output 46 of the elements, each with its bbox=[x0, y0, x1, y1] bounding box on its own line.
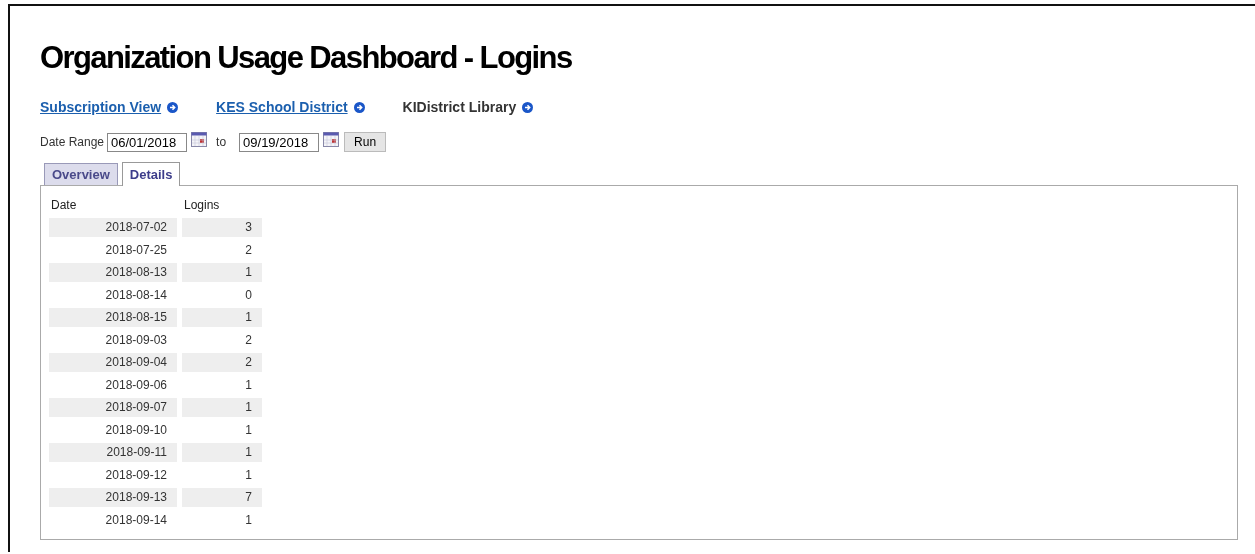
breadcrumb-link[interactable]: Subscription View bbox=[40, 99, 162, 115]
table-cell-text: 0 bbox=[244, 286, 253, 304]
table-cell: 2018-09-11 bbox=[49, 443, 177, 462]
date-range-label: Date Range bbox=[40, 135, 105, 149]
table-cell-text: 2018-09-10 bbox=[104, 421, 168, 439]
table-cell-text: 1 bbox=[244, 466, 253, 484]
table-cell: 7 bbox=[182, 488, 262, 507]
table-cell: 2018-07-02 bbox=[49, 218, 177, 237]
arrow-circle-icon[interactable] bbox=[522, 101, 534, 113]
table-cell: 2018-09-04 bbox=[49, 353, 177, 372]
table-cell-text: 1 bbox=[244, 376, 253, 394]
table-cell: 1 bbox=[182, 263, 262, 282]
table-cell-text: 2018-07-25 bbox=[104, 241, 168, 259]
table-cell: 2018-08-15 bbox=[49, 308, 177, 327]
arrow-circle-icon[interactable] bbox=[167, 101, 179, 113]
table-cell-text: 2018-09-14 bbox=[104, 511, 168, 529]
table-cell-text: 1 bbox=[244, 511, 253, 529]
table-cell: 2 bbox=[182, 353, 262, 372]
table-cell: 2018-09-07 bbox=[49, 398, 177, 417]
end-date-field[interactable]: 09/19/2018 bbox=[239, 132, 320, 152]
table-cell: 1 bbox=[182, 398, 262, 417]
table-cell: 3 bbox=[182, 218, 262, 237]
table-cell-text: 2018-09-03 bbox=[104, 331, 168, 349]
column-header: Logins bbox=[183, 197, 221, 214]
table-cell-text: 2018-08-14 bbox=[104, 286, 168, 304]
table-cell-text: 2018-09-06 bbox=[104, 376, 168, 394]
tab[interactable]: Overview bbox=[44, 163, 118, 185]
calendar-icon[interactable] bbox=[191, 132, 208, 147]
page-title: Organization Usage Dashboard - Logins bbox=[40, 40, 573, 76]
breadcrumb-link[interactable]: KES School District bbox=[216, 99, 348, 115]
breadcrumb-current: KIDistrict Library bbox=[402, 99, 517, 115]
table-cell-text: 2 bbox=[244, 331, 253, 349]
table-cell: 2018-09-13 bbox=[49, 488, 177, 507]
table-cell: 2018-08-13 bbox=[49, 263, 177, 282]
calendar-icon[interactable] bbox=[323, 132, 340, 147]
table-cell-text: 2 bbox=[244, 241, 253, 259]
separator-text: to bbox=[216, 135, 227, 149]
table-cell-text: 1 bbox=[244, 421, 253, 439]
table-cell: 1 bbox=[182, 443, 262, 462]
table-cell: 1 bbox=[182, 308, 262, 327]
run-button[interactable]: Run bbox=[344, 132, 387, 152]
table-cell-text: 2018-09-12 bbox=[104, 466, 168, 484]
arrow-circle-icon[interactable] bbox=[353, 101, 365, 113]
start-date-field[interactable]: 06/01/2018 bbox=[107, 132, 188, 152]
tab[interactable]: Details bbox=[121, 162, 181, 186]
column-header: Date bbox=[50, 197, 78, 214]
